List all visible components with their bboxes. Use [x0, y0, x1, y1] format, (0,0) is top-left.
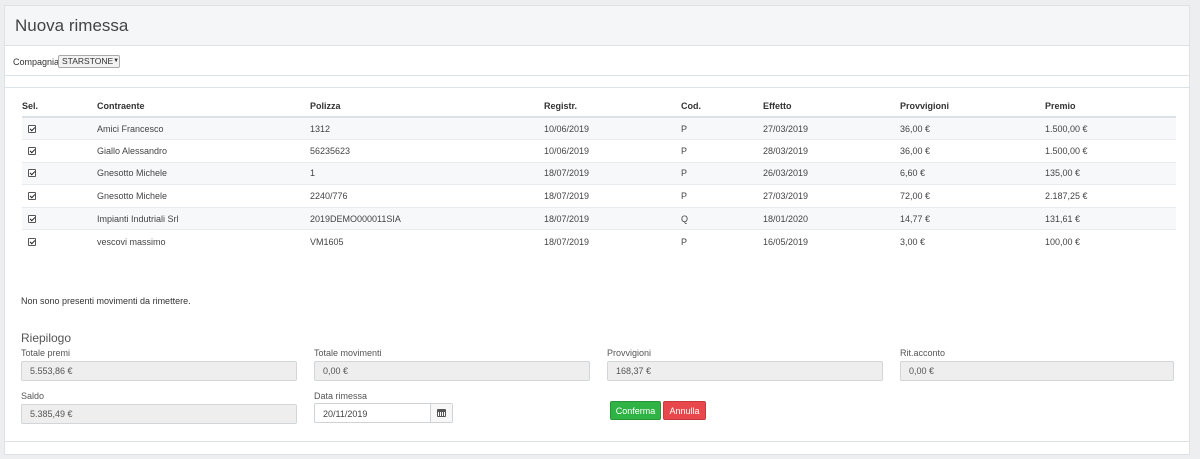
calendar-icon — [437, 409, 446, 417]
cell-registr: 10/06/2019 — [544, 139, 681, 163]
table-row[interactable]: vescovi massimo VM1605 18/07/2019 P 16/0… — [22, 229, 1176, 253]
totale-movimenti-field: 0,00 € — [314, 361, 590, 381]
policies-table: Sel. Contraente Polizza Registr. Cod. Ef… — [22, 95, 1176, 253]
cell-registr: 10/06/2019 — [544, 116, 681, 140]
row-select-checkbox[interactable] — [28, 169, 36, 178]
cell-provvigioni: 72,00 € — [900, 184, 1045, 208]
cell-effetto: 26/03/2019 — [763, 161, 900, 185]
row-select-checkbox[interactable] — [28, 192, 36, 201]
cell-premio: 1.500,00 € — [1045, 139, 1176, 163]
cell-premio: 1.500,00 € — [1045, 116, 1176, 140]
cell-registr: 18/07/2019 — [544, 184, 681, 208]
cell-cod: P — [681, 139, 763, 163]
date-picker-button[interactable] — [430, 404, 452, 422]
company-select-value: STARSTONE — [62, 56, 114, 66]
summary-title: Riepilogo — [21, 331, 72, 345]
cell-polizza: 2240/776 — [310, 184, 544, 208]
filter-bar: Compagnia STARSTONE ▼ — [5, 47, 1189, 76]
cell-registr: 18/07/2019 — [544, 206, 681, 230]
main-panel: Nuova rimessa Compagnia STARSTONE ▼ Sel.… — [4, 5, 1190, 455]
no-movements-message: Non sono presenti movimenti da rimettere… — [21, 296, 191, 306]
cell-contraente: Gnesotto Michele — [97, 161, 310, 185]
saldo-field: 5.385,49 € — [21, 404, 297, 424]
cell-cod: P — [681, 184, 763, 208]
table-row[interactable]: Amici Francesco 1312 10/06/2019 P 27/03/… — [22, 116, 1176, 140]
table-row[interactable]: Gnesotto Michele 2240/776 18/07/2019 P 2… — [22, 184, 1176, 208]
cell-contraente: vescovi massimo — [97, 229, 310, 253]
cell-provvigioni: 3,00 € — [900, 229, 1045, 253]
page-title: Nuova rimessa — [15, 16, 129, 35]
cell-provvigioni: 6,60 € — [900, 161, 1045, 185]
table-header-row: Sel. Contraente Polizza Registr. Cod. Ef… — [22, 95, 1176, 118]
provvigioni-label: Provvigioni — [607, 348, 652, 358]
row-select-checkbox[interactable] — [28, 237, 36, 246]
cell-cod: P — [681, 161, 763, 185]
saldo-label: Saldo — [21, 391, 45, 401]
col-header-sel: Sel. — [22, 95, 97, 118]
divider — [5, 87, 1189, 88]
cell-contraente: Gnesotto Michele — [97, 184, 310, 208]
col-header-provvigioni[interactable]: Provvigioni — [900, 95, 1045, 118]
totale-movimenti-label: Totale movimenti — [314, 348, 382, 358]
cell-cod: P — [681, 229, 763, 253]
cell-contraente: Impianti Indutriali Srl — [97, 206, 310, 230]
cell-polizza: 1312 — [310, 116, 544, 140]
rit-acconto-field: 0,00 € — [900, 361, 1174, 381]
cell-provvigioni: 14,77 € — [900, 206, 1045, 230]
row-select-checkbox[interactable] — [28, 146, 36, 155]
confirm-button[interactable]: Conferma — [610, 401, 661, 420]
cell-effetto: 27/03/2019 — [763, 116, 900, 140]
row-select-checkbox[interactable] — [28, 124, 36, 133]
col-header-cod[interactable]: Cod. — [681, 95, 763, 118]
cell-polizza: 2019DEMO000011SIA — [310, 206, 544, 230]
cell-premio: 135,00 € — [1045, 161, 1176, 185]
cell-effetto: 27/03/2019 — [763, 184, 900, 208]
data-rimessa-value: 20/11/2019 — [323, 409, 368, 419]
cell-effetto: 28/03/2019 — [763, 139, 900, 163]
totale-premi-label: Totale premi — [21, 348, 71, 358]
cell-premio: 131,61 € — [1045, 206, 1176, 230]
col-header-registr[interactable]: Registr. — [544, 95, 681, 118]
col-header-contraente[interactable]: Contraente — [97, 95, 310, 118]
cell-cod: Q — [681, 206, 763, 230]
company-select[interactable]: STARSTONE ▼ — [58, 55, 120, 68]
row-select-checkbox[interactable] — [28, 214, 36, 223]
cell-polizza: VM1605 — [310, 229, 544, 253]
cell-provvigioni: 36,00 € — [900, 139, 1045, 163]
cell-contraente: Giallo Alessandro — [97, 139, 310, 163]
provvigioni-field: 168,37 € — [607, 361, 883, 381]
divider — [5, 441, 1189, 442]
data-rimessa-label: Data rimessa — [314, 391, 368, 401]
data-rimessa-input[interactable]: 20/11/2019 — [314, 403, 453, 423]
cell-cod: P — [681, 116, 763, 140]
cell-polizza: 56235623 — [310, 139, 544, 163]
company-label: Compagnia — [13, 57, 60, 67]
totale-premi-field: 5.553,86 € — [21, 361, 297, 381]
cell-registr: 18/07/2019 — [544, 229, 681, 253]
cell-premio: 100,00 € — [1045, 229, 1176, 253]
col-header-premio[interactable]: Premio — [1045, 95, 1176, 118]
cell-registr: 18/07/2019 — [544, 161, 681, 185]
chevron-down-icon: ▼ — [113, 58, 120, 64]
cell-contraente: Amici Francesco — [97, 116, 310, 140]
cancel-button[interactable]: Annulla — [663, 401, 706, 420]
cell-polizza: 1 — [310, 161, 544, 185]
table-row[interactable]: Gnesotto Michele 1 18/07/2019 P 26/03/20… — [22, 161, 1176, 185]
page-header: Nuova rimessa — [5, 6, 1189, 46]
col-header-polizza[interactable]: Polizza — [310, 95, 544, 118]
col-header-effetto[interactable]: Effetto — [763, 95, 900, 118]
rit-acconto-label: Rit.acconto — [900, 348, 946, 358]
table-row[interactable]: Giallo Alessandro 56235623 10/06/2019 P … — [22, 139, 1176, 163]
cell-effetto: 18/01/2020 — [763, 206, 900, 230]
cell-provvigioni: 36,00 € — [900, 116, 1045, 140]
table-row[interactable]: Impianti Indutriali Srl 2019DEMO000011SI… — [22, 206, 1176, 230]
cell-effetto: 16/05/2019 — [763, 229, 900, 253]
cell-premio: 2.187,25 € — [1045, 184, 1176, 208]
